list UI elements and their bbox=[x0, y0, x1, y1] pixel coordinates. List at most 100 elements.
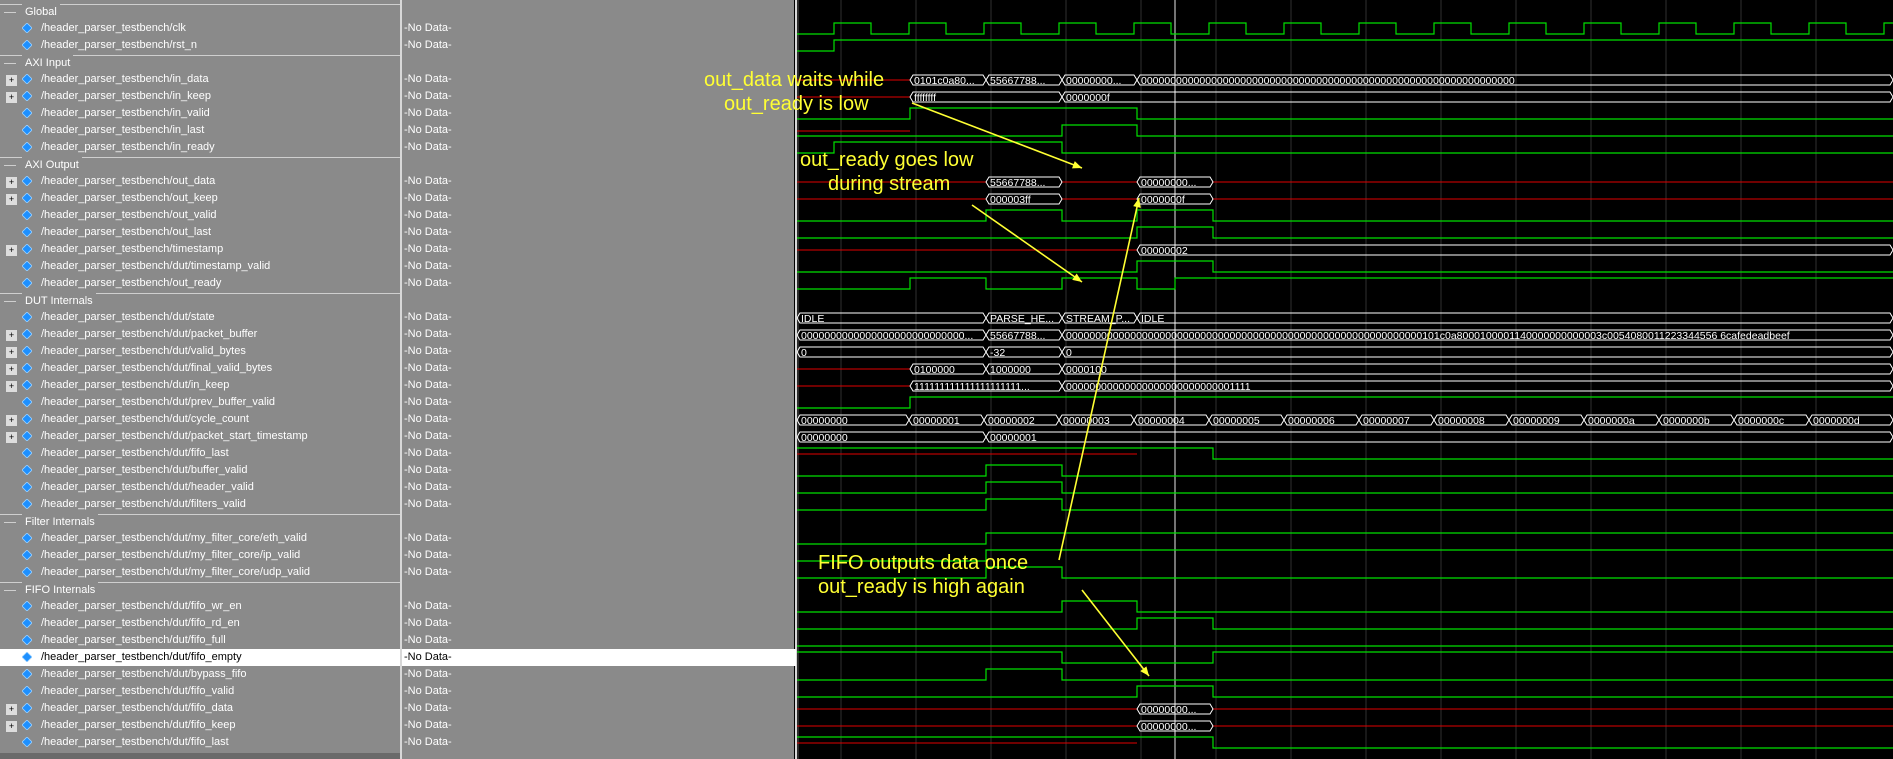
signal-row[interactable]: /header_parser_testbench/dut/buffer_vali… bbox=[0, 462, 400, 479]
signal-row[interactable]: + /header_parser_testbench/dut/in_keep bbox=[0, 377, 400, 394]
signal-row[interactable]: + /header_parser_testbench/dut/fifo_data bbox=[0, 700, 400, 717]
signal-row[interactable]: + /header_parser_testbench/dut/cycle_coun… bbox=[0, 411, 400, 428]
group-tick bbox=[4, 165, 16, 166]
signal-row[interactable]: /header_parser_testbench/out_valid bbox=[0, 207, 400, 224]
group-header[interactable]: FIFO Internals bbox=[0, 582, 400, 599]
arrow-fifo-up bbox=[1058, 197, 1140, 561]
signal-row[interactable]: /header_parser_testbench/dut/prev_buffer… bbox=[0, 394, 400, 411]
signal-row[interactable]: + /header_parser_testbench/dut/packet_sta… bbox=[0, 428, 400, 445]
signal-row[interactable]: + /header_parser_testbench/dut/valid_byte… bbox=[0, 343, 400, 360]
diamond-icon bbox=[22, 465, 32, 475]
expand-plus-icon[interactable]: + bbox=[6, 330, 17, 341]
signal-row[interactable]: /header_parser_testbench/dut/filters_val… bbox=[0, 496, 400, 513]
group-header[interactable]: AXI Output bbox=[0, 157, 400, 174]
signal-value: -No Data- bbox=[404, 668, 452, 680]
signal-name: /header_parser_testbench/out_keep bbox=[41, 192, 218, 204]
expand-plus-icon[interactable]: + bbox=[6, 364, 17, 375]
signal-value: -No Data- bbox=[404, 141, 452, 153]
signal-value: -No Data- bbox=[404, 600, 452, 612]
expand-plus-icon[interactable]: + bbox=[6, 721, 17, 732]
diamond-icon bbox=[22, 720, 32, 730]
group-header[interactable]: Global bbox=[0, 4, 400, 21]
signal-row[interactable]: /header_parser_testbench/dut/fifo_full bbox=[0, 632, 400, 649]
diamond-icon bbox=[22, 261, 32, 271]
expand-plus-icon[interactable]: + bbox=[6, 75, 17, 86]
signal-row[interactable]: /header_parser_testbench/dut/fifo_wr_en bbox=[0, 598, 400, 615]
cycle-count-bus-label: 0000000c bbox=[1738, 415, 1784, 427]
signal-value: -No Data- bbox=[404, 22, 452, 34]
arrow-out-data-head bbox=[1072, 161, 1082, 169]
signal-value: -No Data- bbox=[404, 192, 452, 204]
signal-row[interactable]: /header_parser_testbench/clk bbox=[0, 20, 400, 37]
signal-row[interactable]: + /header_parser_testbench/dut/fifo_keep bbox=[0, 717, 400, 734]
horizontal-scrollbar[interactable] bbox=[0, 753, 400, 759]
group-header[interactable]: AXI Input bbox=[0, 55, 400, 72]
signal-value: -No Data- bbox=[404, 226, 452, 238]
signal-row[interactable]: /header_parser_testbench/dut/header_vali… bbox=[0, 479, 400, 496]
signal-name: /header_parser_testbench/dut/final_valid… bbox=[41, 362, 273, 374]
diamond-icon bbox=[22, 142, 32, 152]
expand-plus-icon[interactable]: + bbox=[6, 245, 17, 256]
signal-row[interactable]: + /header_parser_testbench/dut/final_vali… bbox=[0, 360, 400, 377]
state-bus-label: IDLE bbox=[1141, 313, 1164, 325]
in-keep-bus-label: 0000000f bbox=[1066, 92, 1110, 104]
signal-row[interactable]: + /header_parser_testbench/in_data bbox=[0, 71, 400, 88]
rst-n-wave bbox=[797, 39, 1893, 52]
signal-value: -No Data- bbox=[404, 345, 452, 357]
signal-name: /header_parser_testbench/dut/fifo_full bbox=[41, 634, 226, 646]
diamond-icon bbox=[22, 703, 32, 713]
expand-plus-icon[interactable]: + bbox=[6, 381, 17, 392]
signal-row[interactable]: /header_parser_testbench/dut/fifo_rd_en bbox=[0, 615, 400, 632]
signal-value: -No Data- bbox=[404, 362, 452, 374]
cycle-count-bus-label: 00000001 bbox=[913, 415, 960, 427]
signal-name: /header_parser_testbench/dut/bypass_fifo bbox=[41, 668, 247, 680]
signal-row[interactable]: + /header_parser_testbench/out_data bbox=[0, 173, 400, 190]
signal-name: /header_parser_testbench/dut/fifo_wr_en bbox=[41, 600, 242, 612]
signal-row[interactable]: /header_parser_testbench/dut/fifo_last bbox=[0, 734, 400, 751]
expand-plus-icon[interactable]: + bbox=[6, 92, 17, 103]
signal-row[interactable]: + /header_parser_testbench/in_keep bbox=[0, 88, 400, 105]
signal-row[interactable]: /header_parser_testbench/in_last bbox=[0, 122, 400, 139]
signal-row[interactable]: /header_parser_testbench/dut/my_filter_c… bbox=[0, 547, 400, 564]
buffer-valid-wave bbox=[797, 464, 1893, 477]
signal-row[interactable]: /header_parser_testbench/dut/timestamp_v… bbox=[0, 258, 400, 275]
signal-row[interactable]: /header_parser_testbench/dut/fifo_empty bbox=[0, 649, 400, 666]
signal-row[interactable]: /header_parser_testbench/dut/fifo_last bbox=[0, 445, 400, 462]
expand-plus-icon[interactable]: + bbox=[6, 347, 17, 358]
signal-value: -No Data- bbox=[404, 260, 452, 272]
signal-name: /header_parser_testbench/rst_n bbox=[41, 39, 197, 51]
signal-name: /header_parser_testbench/out_last bbox=[41, 226, 212, 238]
signal-row[interactable]: /header_parser_testbench/out_ready bbox=[0, 275, 400, 292]
signal-row[interactable]: /header_parser_testbench/dut/fifo_valid bbox=[0, 683, 400, 700]
signal-name: /header_parser_testbench/dut/in_keep bbox=[41, 379, 230, 391]
group-header[interactable]: DUT Internals bbox=[0, 293, 400, 310]
expand-plus-icon[interactable]: + bbox=[6, 704, 17, 715]
signal-row[interactable]: /header_parser_testbench/dut/bypass_fifo bbox=[0, 666, 400, 683]
in-data-bus-label: 00000000... bbox=[1066, 75, 1121, 87]
signal-row[interactable]: + /header_parser_testbench/timestamp bbox=[0, 241, 400, 258]
signal-row[interactable]: /header_parser_testbench/out_last bbox=[0, 224, 400, 241]
annotation-fifo-outputs: FIFO outputs data once out_ready is high … bbox=[818, 552, 1029, 598]
valid-bytes-bus-segment bbox=[797, 346, 987, 358]
signal-row[interactable]: /header_parser_testbench/dut/my_filter_c… bbox=[0, 564, 400, 581]
signal-name: /header_parser_testbench/timestamp bbox=[41, 243, 224, 255]
expand-plus-icon[interactable]: + bbox=[6, 432, 17, 443]
group-header[interactable]: Filter Internals bbox=[0, 514, 400, 531]
signal-value: -No Data- bbox=[404, 124, 452, 136]
expand-plus-icon[interactable]: + bbox=[6, 177, 17, 188]
dut-in-keep-bus-label: 111111111111111111111... bbox=[914, 381, 1030, 393]
signal-name: /header_parser_testbench/in_data bbox=[41, 73, 209, 85]
signal-row[interactable]: + /header_parser_testbench/dut/packet_buf… bbox=[0, 326, 400, 343]
signal-row[interactable]: /header_parser_testbench/dut/state bbox=[0, 309, 400, 326]
signal-row[interactable]: /header_parser_testbench/in_ready bbox=[0, 139, 400, 156]
diamond-icon bbox=[22, 346, 32, 356]
waveform-pane[interactable]: 0101c0a80... 55667788... 00000000... 000000… bbox=[797, 0, 1893, 759]
signal-value: -No Data- bbox=[404, 702, 452, 714]
expand-plus-icon[interactable]: + bbox=[6, 415, 17, 426]
signal-row[interactable]: /header_parser_testbench/in_valid bbox=[0, 105, 400, 122]
expand-plus-icon[interactable]: + bbox=[6, 194, 17, 205]
signal-row[interactable]: /header_parser_testbench/dut/my_filter_c… bbox=[0, 530, 400, 547]
diamond-icon bbox=[22, 482, 32, 492]
signal-row[interactable]: /header_parser_testbench/rst_n bbox=[0, 37, 400, 54]
signal-row[interactable]: + /header_parser_testbench/out_keep bbox=[0, 190, 400, 207]
